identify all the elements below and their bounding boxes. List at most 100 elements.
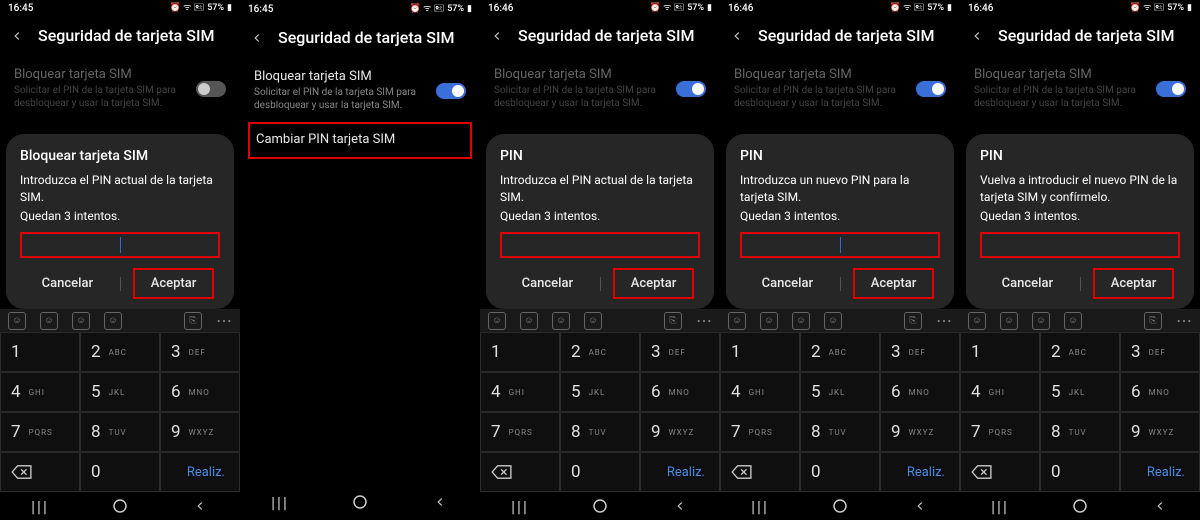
accept-button[interactable]: Aceptar xyxy=(1093,268,1175,299)
backspace-key[interactable] xyxy=(720,452,800,492)
more-icon[interactable]: ⋯ xyxy=(696,311,712,330)
cancel-button[interactable]: Cancelar xyxy=(986,270,1069,297)
more-icon[interactable]: ⋯ xyxy=(1176,311,1192,330)
lock-sim-toggle[interactable] xyxy=(1156,81,1186,97)
accept-button[interactable]: Aceptar xyxy=(613,268,695,299)
accept-button[interactable]: Aceptar xyxy=(133,268,215,299)
change-pin-setting[interactable]: Cambiar PIN tarjeta SIM xyxy=(250,124,470,157)
backspace-key[interactable] xyxy=(480,452,560,492)
clipboard-icon[interactable]: ⎘ xyxy=(184,312,202,330)
key-3[interactable]: 3DEF xyxy=(160,332,240,372)
key-1[interactable]: 1 xyxy=(960,332,1040,372)
key-8[interactable]: 8TUV xyxy=(1040,412,1120,452)
settings-icon[interactable]: ☺ xyxy=(104,312,122,330)
lock-sim-setting[interactable]: Bloquear tarjeta SIMSolicitar el PIN de … xyxy=(720,59,960,120)
home-button[interactable] xyxy=(1070,496,1090,516)
key-0[interactable]: 0 xyxy=(560,452,640,492)
home-button[interactable] xyxy=(590,496,610,516)
gif-icon[interactable]: ☺ xyxy=(792,312,810,330)
clipboard-icon[interactable]: ⎘ xyxy=(904,312,922,330)
key-1[interactable]: 1 xyxy=(480,332,560,372)
key-6[interactable]: 6MNO xyxy=(1120,372,1200,412)
lock-sim-toggle[interactable] xyxy=(436,83,466,99)
recent-apps-button[interactable]: ||| xyxy=(750,496,770,516)
key-8[interactable]: 8TUV xyxy=(80,412,160,452)
pin-input[interactable] xyxy=(500,232,700,258)
more-icon[interactable]: ⋯ xyxy=(936,311,952,330)
lock-sim-toggle[interactable] xyxy=(196,81,226,97)
emoji-icon[interactable]: ☺ xyxy=(8,312,26,330)
recent-apps-button[interactable]: ||| xyxy=(270,492,290,512)
pin-input[interactable] xyxy=(740,232,940,258)
emoji-icon[interactable]: ☺ xyxy=(968,312,986,330)
cancel-button[interactable]: Cancelar xyxy=(506,270,589,297)
lock-sim-setting[interactable]: Bloquear tarjeta SIMSolicitar el PIN de … xyxy=(0,59,240,120)
pin-input[interactable] xyxy=(20,232,220,258)
key-3[interactable]: 3DEF xyxy=(1120,332,1200,372)
key-8[interactable]: 8TUV xyxy=(560,412,640,452)
recent-apps-button[interactable]: ||| xyxy=(990,496,1010,516)
sticker-icon[interactable]: ☺ xyxy=(760,312,778,330)
key-1[interactable]: 1 xyxy=(720,332,800,372)
home-button[interactable] xyxy=(350,492,370,512)
key-3[interactable]: 3DEF xyxy=(640,332,720,372)
lock-sim-setting[interactable]: Bloquear tarjeta SIMSolicitar el PIN de … xyxy=(480,59,720,120)
settings-icon[interactable]: ☺ xyxy=(584,312,602,330)
key-7[interactable]: 7PQRS xyxy=(960,412,1040,452)
home-button[interactable] xyxy=(830,496,850,516)
key-4[interactable]: 4GHI xyxy=(0,372,80,412)
cancel-button[interactable]: Cancelar xyxy=(746,270,829,297)
key-9[interactable]: 9WXYZ xyxy=(1120,412,1200,452)
nav-back-button[interactable] xyxy=(910,496,930,516)
key-7[interactable]: 7PQRS xyxy=(480,412,560,452)
settings-icon[interactable]: ☺ xyxy=(824,312,842,330)
key-9[interactable]: 9WXYZ xyxy=(640,412,720,452)
key-2[interactable]: 2ABC xyxy=(800,332,880,372)
clipboard-icon[interactable]: ⎘ xyxy=(1144,312,1162,330)
key-2[interactable]: 2ABC xyxy=(1040,332,1120,372)
back-button[interactable] xyxy=(728,27,746,45)
back-button[interactable] xyxy=(8,27,26,45)
home-button[interactable] xyxy=(110,496,130,516)
key-5[interactable]: 5JKL xyxy=(80,372,160,412)
recent-apps-button[interactable]: ||| xyxy=(30,496,50,516)
back-button[interactable] xyxy=(968,27,986,45)
more-icon[interactable]: ⋯ xyxy=(216,311,232,330)
key-6[interactable]: 6MNO xyxy=(160,372,240,412)
key-1[interactable]: 1 xyxy=(0,332,80,372)
sticker-icon[interactable]: ☺ xyxy=(520,312,538,330)
nav-back-button[interactable] xyxy=(190,496,210,516)
key-7[interactable]: 7PQRS xyxy=(720,412,800,452)
done-key[interactable]: Realiz. xyxy=(1120,452,1200,492)
back-button[interactable] xyxy=(248,29,266,47)
key-0[interactable]: 0 xyxy=(800,452,880,492)
lock-sim-toggle[interactable] xyxy=(916,81,946,97)
key-8[interactable]: 8TUV xyxy=(800,412,880,452)
recent-apps-button[interactable]: ||| xyxy=(510,496,530,516)
gif-icon[interactable]: ☺ xyxy=(552,312,570,330)
backspace-key[interactable] xyxy=(0,452,80,492)
key-4[interactable]: 4GHI xyxy=(960,372,1040,412)
back-button[interactable] xyxy=(488,27,506,45)
lock-sim-setting[interactable]: Bloquear tarjeta SIMSolicitar el PIN de … xyxy=(960,59,1200,120)
key-5[interactable]: 5JKL xyxy=(1040,372,1120,412)
key-9[interactable]: 9WXYZ xyxy=(160,412,240,452)
key-2[interactable]: 2ABC xyxy=(560,332,640,372)
lock-sim-setting[interactable]: Bloquear tarjeta SIMSolicitar el PIN de … xyxy=(240,61,480,122)
emoji-icon[interactable]: ☺ xyxy=(728,312,746,330)
backspace-key[interactable] xyxy=(960,452,1040,492)
done-key[interactable]: Realiz. xyxy=(160,452,240,492)
key-3[interactable]: 3DEF xyxy=(880,332,960,372)
done-key[interactable]: Realiz. xyxy=(880,452,960,492)
sticker-icon[interactable]: ☺ xyxy=(1000,312,1018,330)
key-0[interactable]: 0 xyxy=(80,452,160,492)
nav-back-button[interactable] xyxy=(670,496,690,516)
key-9[interactable]: 9WXYZ xyxy=(880,412,960,452)
cancel-button[interactable]: Cancelar xyxy=(26,270,109,297)
key-5[interactable]: 5JKL xyxy=(800,372,880,412)
emoji-icon[interactable]: ☺ xyxy=(488,312,506,330)
key-6[interactable]: 6MNO xyxy=(880,372,960,412)
accept-button[interactable]: Aceptar xyxy=(853,268,935,299)
key-4[interactable]: 4GHI xyxy=(720,372,800,412)
done-key[interactable]: Realiz. xyxy=(640,452,720,492)
